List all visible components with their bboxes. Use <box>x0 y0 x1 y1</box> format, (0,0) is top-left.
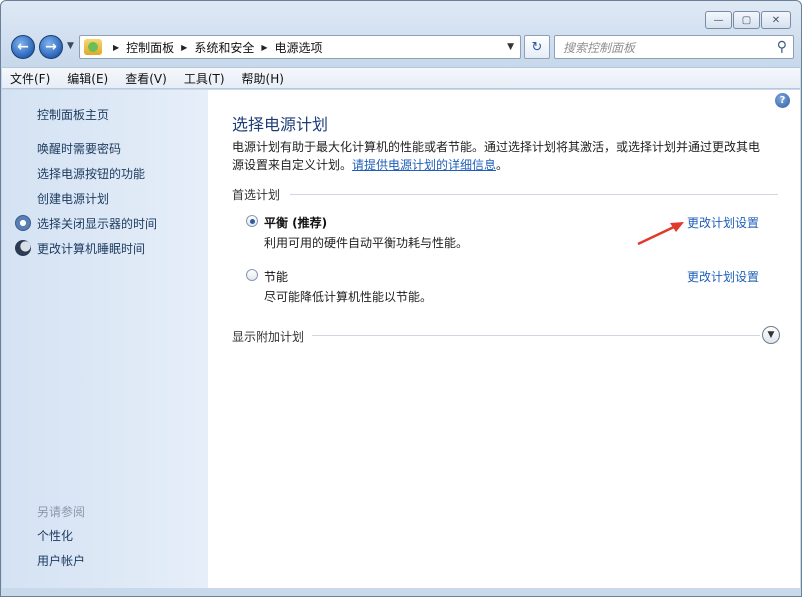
moon-icon <box>15 240 31 256</box>
search-placeholder: 搜索控制面板 <box>563 40 636 55</box>
plan-balanced-name[interactable]: 平衡 (推荐) <box>264 214 327 231</box>
display-clock-icon <box>15 215 31 231</box>
control-panel-icon <box>84 39 102 55</box>
search-icon[interactable]: ⚲ <box>777 39 787 55</box>
expand-additional-plans-button[interactable]: ▼ <box>762 326 780 344</box>
sidebar-item-sleep-time[interactable]: 更改计算机睡眠时间 <box>37 240 145 257</box>
main-content: ? 选择电源计划 电源计划有助于最大化计算机的性能或者节能。通过选择计划将其激活… <box>208 90 800 588</box>
sidebar: 控制面板主页 唤醒时需要密码 选择电源按钮的功能 创建电源计划 选择关闭显示器的… <box>2 90 208 588</box>
forward-button[interactable]: → <box>39 35 63 59</box>
control-panel-window: — ▢ ✕ ← → ▼ ▶ 控制面板 ▶ 系统和安全 ▶ 电源选项 ▼ ↻ 搜索… <box>0 0 802 597</box>
recent-pages-dropdown-icon[interactable]: ▼ <box>67 41 74 51</box>
plan-details-link[interactable]: 请提供电源计划的详细信息 <box>352 158 496 172</box>
intro-text: 电源计划有助于最大化计算机的性能或者节能。通过选择计划将其激活，或选择计划并通过… <box>232 138 787 174</box>
breadcrumb-separator-icon[interactable]: ▶ <box>181 43 187 52</box>
refresh-icon: ↻ <box>531 39 543 55</box>
caption-buttons: — ▢ ✕ <box>705 11 791 29</box>
menu-tools[interactable]: 工具(T) <box>184 70 225 87</box>
menu-bar: 文件(F) 编辑(E) 查看(V) 工具(T) 帮助(H) <box>2 67 800 89</box>
search-input[interactable]: 搜索控制面板 ⚲ <box>554 35 794 59</box>
navigation-bar: ← → ▼ ▶ 控制面板 ▶ 系统和安全 ▶ 电源选项 ▼ ↻ 搜索控制面板 ⚲ <box>9 33 795 61</box>
menu-file[interactable]: 文件(F) <box>10 70 50 87</box>
intro-line-2: 源设置来自定义计划。 <box>232 158 353 172</box>
sidebar-item-power-buttons[interactable]: 选择电源按钮的功能 <box>37 165 145 182</box>
annotation-arrow-icon <box>637 222 684 246</box>
sidebar-home-link[interactable]: 控制面板主页 <box>37 106 109 123</box>
page-title: 选择电源计划 <box>232 115 329 134</box>
breadcrumb-separator-icon[interactable]: ▶ <box>261 43 267 52</box>
back-button[interactable]: ← <box>11 35 35 59</box>
divider <box>290 194 778 195</box>
menu-view[interactable]: 查看(V) <box>125 70 167 87</box>
maximize-button[interactable]: ▢ <box>733 11 760 29</box>
breadcrumb-system-security[interactable]: 系统和安全 <box>194 39 254 56</box>
menu-edit[interactable]: 编辑(E) <box>67 70 108 87</box>
plan-power-saver-desc: 尽可能降低计算机性能以节能。 <box>264 290 433 304</box>
intro-suffix: 。 <box>496 158 509 172</box>
show-additional-plans-label[interactable]: 显示附加计划 <box>232 328 304 345</box>
breadcrumb-control-panel[interactable]: 控制面板 <box>126 39 174 56</box>
sidebar-item-personalization[interactable]: 个性化 <box>37 527 73 544</box>
preferred-plans-heading: 首选计划 <box>232 188 281 202</box>
plan-balanced-change-settings-link[interactable]: 更改计划设置 <box>687 214 759 231</box>
refresh-button[interactable]: ↻ <box>524 35 550 59</box>
see-also-heading: 另请参阅 <box>37 505 86 519</box>
plan-power-saver-name[interactable]: 节能 <box>264 268 288 285</box>
sidebar-item-display-off-time[interactable]: 选择关闭显示器的时间 <box>37 215 157 232</box>
breadcrumb-separator-icon[interactable]: ▶ <box>113 43 119 52</box>
sidebar-item-user-accounts[interactable]: 用户帐户 <box>37 552 85 569</box>
close-button[interactable]: ✕ <box>761 11 791 29</box>
plan-power-saver-change-settings-link[interactable]: 更改计划设置 <box>687 268 759 285</box>
help-icon[interactable]: ? <box>775 93 790 108</box>
address-dropdown-icon[interactable]: ▼ <box>507 42 514 52</box>
plan-balanced-desc: 利用可用的硬件自动平衡功耗与性能。 <box>264 236 469 250</box>
menu-help[interactable]: 帮助(H) <box>242 70 284 87</box>
breadcrumb-power-options[interactable]: 电源选项 <box>275 39 323 56</box>
plan-balanced-radio[interactable] <box>246 215 258 227</box>
minimize-button[interactable]: — <box>705 11 732 29</box>
address-bar[interactable]: ▶ 控制面板 ▶ 系统和安全 ▶ 电源选项 ▼ <box>79 35 521 59</box>
sidebar-item-create-plan[interactable]: 创建电源计划 <box>37 190 109 207</box>
chevron-down-icon: ▼ <box>767 330 775 340</box>
plan-power-saver-radio[interactable] <box>246 269 258 281</box>
divider <box>312 335 760 336</box>
sidebar-item-wake-password[interactable]: 唤醒时需要密码 <box>37 140 121 157</box>
intro-line-1: 电源计划有助于最大化计算机的性能或者节能。通过选择计划将其激活，或选择计划并通过… <box>232 140 761 154</box>
